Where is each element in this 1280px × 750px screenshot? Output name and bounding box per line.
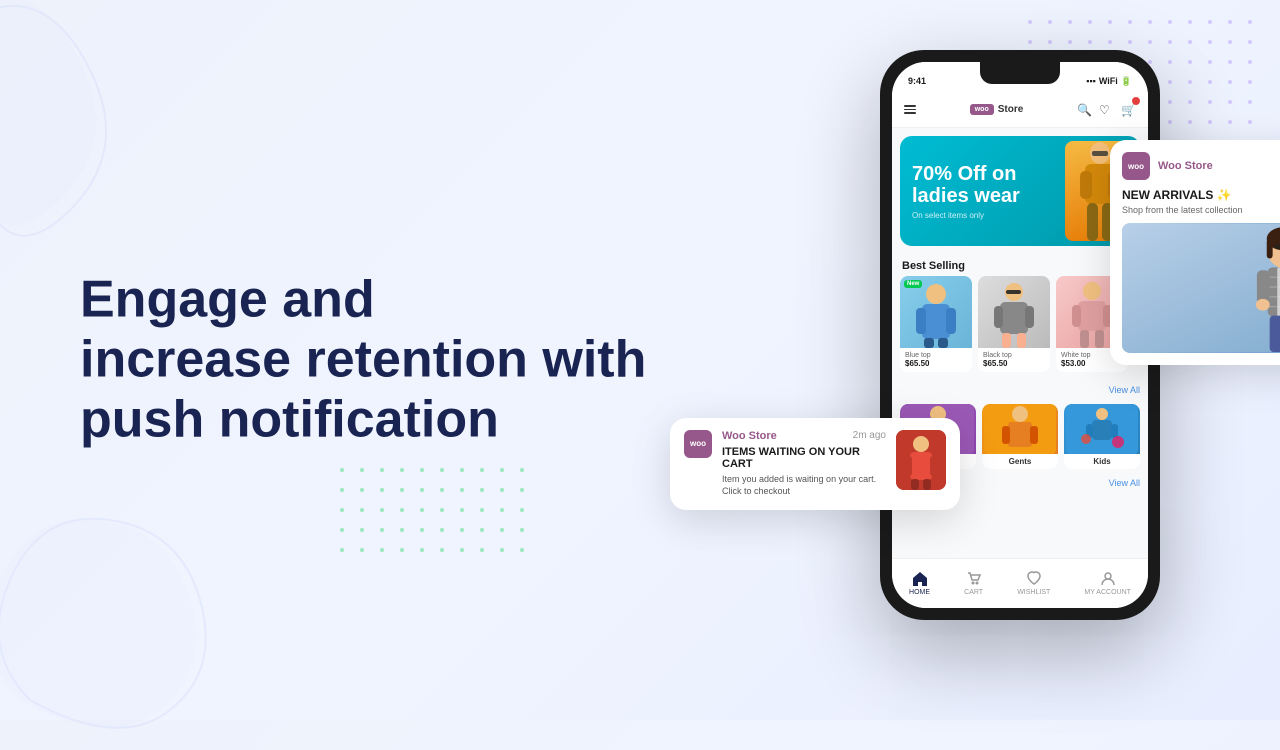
view-all-best-selling[interactable]: View All [892, 380, 1148, 404]
app-header: woo Store 🔍 ♡ 🛒 [892, 92, 1148, 128]
best-selling-title: Best Selling [902, 260, 965, 272]
nav-account[interactable]: MY ACCOUNT [1084, 571, 1131, 596]
nav-cart-label: CART [964, 589, 983, 596]
gents-label: Gents [982, 454, 1058, 469]
product-info-1: Blue top $65.50 [900, 348, 972, 372]
header-icons: 🔍 ♡ 🛒 [1077, 101, 1136, 119]
category-kids[interactable]: Kids [1064, 404, 1140, 469]
view-all-trending[interactable]: View All [1109, 478, 1140, 488]
product-card-2[interactable]: Black top $65.50 [978, 276, 1050, 372]
cart-notif-header-row: Woo Store 2m ago [722, 430, 886, 442]
product-info-2: Black top $65.50 [978, 348, 1050, 372]
product-badge-1: New [904, 280, 922, 288]
nav-wishlist[interactable]: WISHLIST [1017, 571, 1050, 596]
arrivals-store: Woo Store [1158, 160, 1213, 172]
cart-notification[interactable]: woo Woo Store 2m ago ITEMS WAITING ON YO… [670, 418, 960, 510]
nav-home-label: HOME [909, 589, 930, 596]
phone-container: 9:41 ▪▪▪ WiFi 🔋 woo Store 🔍 ♡ [880, 50, 1170, 640]
product-image-1: New [900, 276, 972, 348]
search-icon[interactable]: 🔍 [1077, 103, 1091, 117]
cart-notif-body: Item you added is waiting on your cart. … [722, 473, 886, 498]
time-display: 9:41 [908, 76, 926, 86]
nav-home[interactable]: HOME [909, 571, 930, 596]
kids-label: Kids [1064, 454, 1140, 469]
arrivals-header: woo Woo Store 2m ago [1122, 152, 1280, 180]
left-content: Engage and increase retention with push … [80, 270, 646, 449]
headline: Engage and increase retention with push … [80, 270, 646, 449]
banner-sub: On select items only [912, 211, 1020, 220]
signal-icon: ▪▪▪ [1086, 76, 1096, 86]
arrivals-image [1122, 223, 1280, 353]
cart-badge [1132, 97, 1140, 105]
nav-cart[interactable]: CART [964, 571, 983, 596]
cart-notif-logo: woo [684, 430, 712, 458]
cart-icon: 🛒 [1121, 103, 1136, 117]
product-price-3: $53.00 [1061, 359, 1123, 368]
cart-notif-title: ITEMS WAITING ON YOUR CART [722, 446, 886, 470]
cart-notif-thumbnail [896, 430, 946, 490]
bg-shape-bottom-left [0, 500, 220, 750]
promo-banner[interactable]: 70% Off on ladies wear On select items o… [900, 136, 1140, 246]
product-card-1[interactable]: New Blue top $ [900, 276, 972, 372]
cart-notif-content: Woo Store 2m ago ITEMS WAITING ON YOUR C… [722, 430, 886, 498]
cart-icon-wrap[interactable]: 🛒 [1121, 101, 1136, 119]
dot-grid-green: const greenGrid = document.querySelector… [340, 468, 532, 560]
bottom-nav: HOME CART WISHLIST [892, 558, 1148, 608]
cart-notif-time: 2m ago [853, 430, 886, 441]
status-icons: ▪▪▪ WiFi 🔋 [1086, 76, 1132, 87]
gents-image [982, 404, 1058, 454]
arrivals-title: NEW ARRIVALS ✨ [1122, 188, 1280, 202]
category-gents[interactable]: Gents [982, 404, 1058, 469]
arrivals-notification[interactable]: woo Woo Store 2m ago NEW ARRIVALS ✨ Shop… [1110, 140, 1280, 365]
product-price-2: $65.50 [983, 359, 1045, 368]
headline-line2: increase retention with [80, 330, 646, 388]
product-price-1: $65.50 [905, 359, 967, 368]
product-image-2 [978, 276, 1050, 348]
app-name: Store [998, 104, 1024, 115]
bg-shape-left [0, 0, 160, 280]
woo-badge: woo [970, 104, 994, 115]
menu-icon[interactable] [904, 105, 916, 114]
nav-account-label: MY ACCOUNT [1084, 589, 1131, 596]
wishlist-icon[interactable]: ♡ [1099, 103, 1113, 117]
arrivals-subtitle: Shop from the latest collection [1122, 205, 1280, 215]
headline-line3: push notification [80, 390, 499, 448]
banner-discount: 70% Off on ladies wear [912, 163, 1020, 207]
cart-notif-store: Woo Store [722, 430, 777, 442]
battery-icon: 🔋 [1121, 76, 1132, 87]
nav-wishlist-label: WISHLIST [1017, 589, 1050, 596]
woo-logo: woo Store [970, 104, 1024, 115]
product-name-2: Black top [983, 352, 1045, 359]
product-name-1: Blue top [905, 352, 967, 359]
headline-line1: Engage and [80, 270, 375, 328]
wifi-icon: WiFi [1099, 76, 1118, 86]
phone-notch [980, 62, 1060, 84]
banner-text-area: 70% Off on ladies wear On select items o… [900, 151, 1032, 232]
kids-image [1064, 404, 1140, 454]
arrivals-logo: woo [1122, 152, 1150, 180]
